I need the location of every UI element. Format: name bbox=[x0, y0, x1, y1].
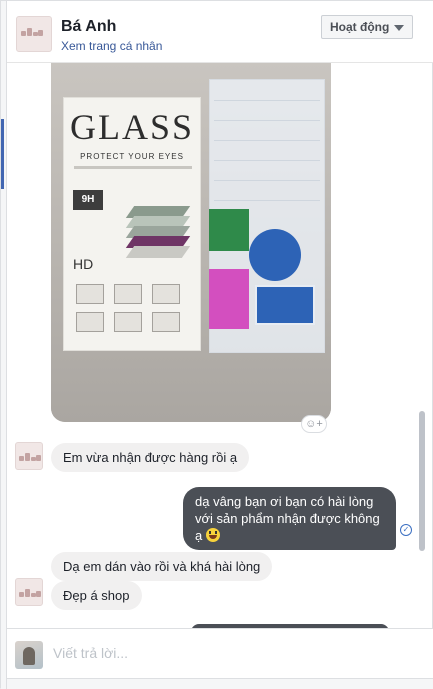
green-sticker bbox=[209, 209, 249, 251]
messenger-panel: Bá Anh Xem trang cá nhân Hoạt động GLASS… bbox=[0, 0, 433, 689]
contact-name[interactable]: Bá Anh bbox=[61, 18, 116, 36]
glass-box: GLASS PROTECT YOUR EYES 9H HD bbox=[63, 97, 201, 351]
reply-input[interactable] bbox=[53, 645, 413, 661]
message-bubble[interactable]: Dạ em dán vào rồi và khá hài lòng bbox=[51, 552, 273, 581]
install-steps-graphic bbox=[76, 284, 192, 334]
message-thread[interactable]: GLASS PROTECT YOUR EYES 9H HD ☺+ Em vừa … bbox=[7, 63, 433, 628]
own-message-bubble[interactable]: dạ vâng bạn ơi bạn có hài lòng với sản p… bbox=[183, 487, 396, 550]
sender-avatar-icon[interactable] bbox=[15, 578, 43, 606]
product-photo[interactable]: GLASS PROTECT YOUR EYES 9H HD bbox=[51, 63, 331, 422]
left-edge-accent bbox=[1, 119, 4, 189]
sender-avatar-icon[interactable] bbox=[15, 442, 43, 470]
box-badge: 9H bbox=[73, 190, 103, 210]
my-avatar-icon bbox=[15, 641, 43, 669]
reply-composer bbox=[7, 628, 433, 678]
caret-down-icon bbox=[394, 25, 404, 31]
avatar-placeholder-icon bbox=[21, 27, 43, 36]
status-dropdown-label: Hoạt động bbox=[330, 20, 390, 34]
user-avatar-icon[interactable] bbox=[16, 16, 52, 52]
box-tagline: PROTECT YOUR EYES bbox=[80, 152, 184, 161]
box-brand: GLASS bbox=[69, 107, 195, 147]
message-bubble[interactable]: Em vừa nhận được hàng rồi ạ bbox=[51, 443, 250, 472]
box-hd-label: HD bbox=[73, 256, 94, 272]
seen-check-icon: ✓ bbox=[400, 524, 412, 536]
status-dropdown-button[interactable]: Hoạt động bbox=[321, 15, 413, 39]
smile-emoji-icon bbox=[205, 528, 220, 542]
view-profile-link[interactable]: Xem trang cá nhân bbox=[61, 39, 162, 53]
blue-dust-sticker bbox=[249, 229, 301, 281]
thread-scrollbar[interactable] bbox=[419, 411, 425, 551]
add-reaction-icon[interactable]: ☺+ bbox=[301, 415, 327, 433]
pink-sticker bbox=[209, 269, 249, 329]
own-message-text: dạ vâng bạn ơi bạn có hài lòng với sản p… bbox=[195, 494, 380, 543]
bottom-bar bbox=[7, 678, 433, 689]
message-bubble[interactable]: Đẹp á shop bbox=[51, 581, 142, 610]
conversation-header: Bá Anh Xem trang cá nhân Hoạt động bbox=[7, 1, 433, 63]
layers-graphic bbox=[125, 206, 192, 258]
blue-label-sticker bbox=[255, 285, 315, 325]
